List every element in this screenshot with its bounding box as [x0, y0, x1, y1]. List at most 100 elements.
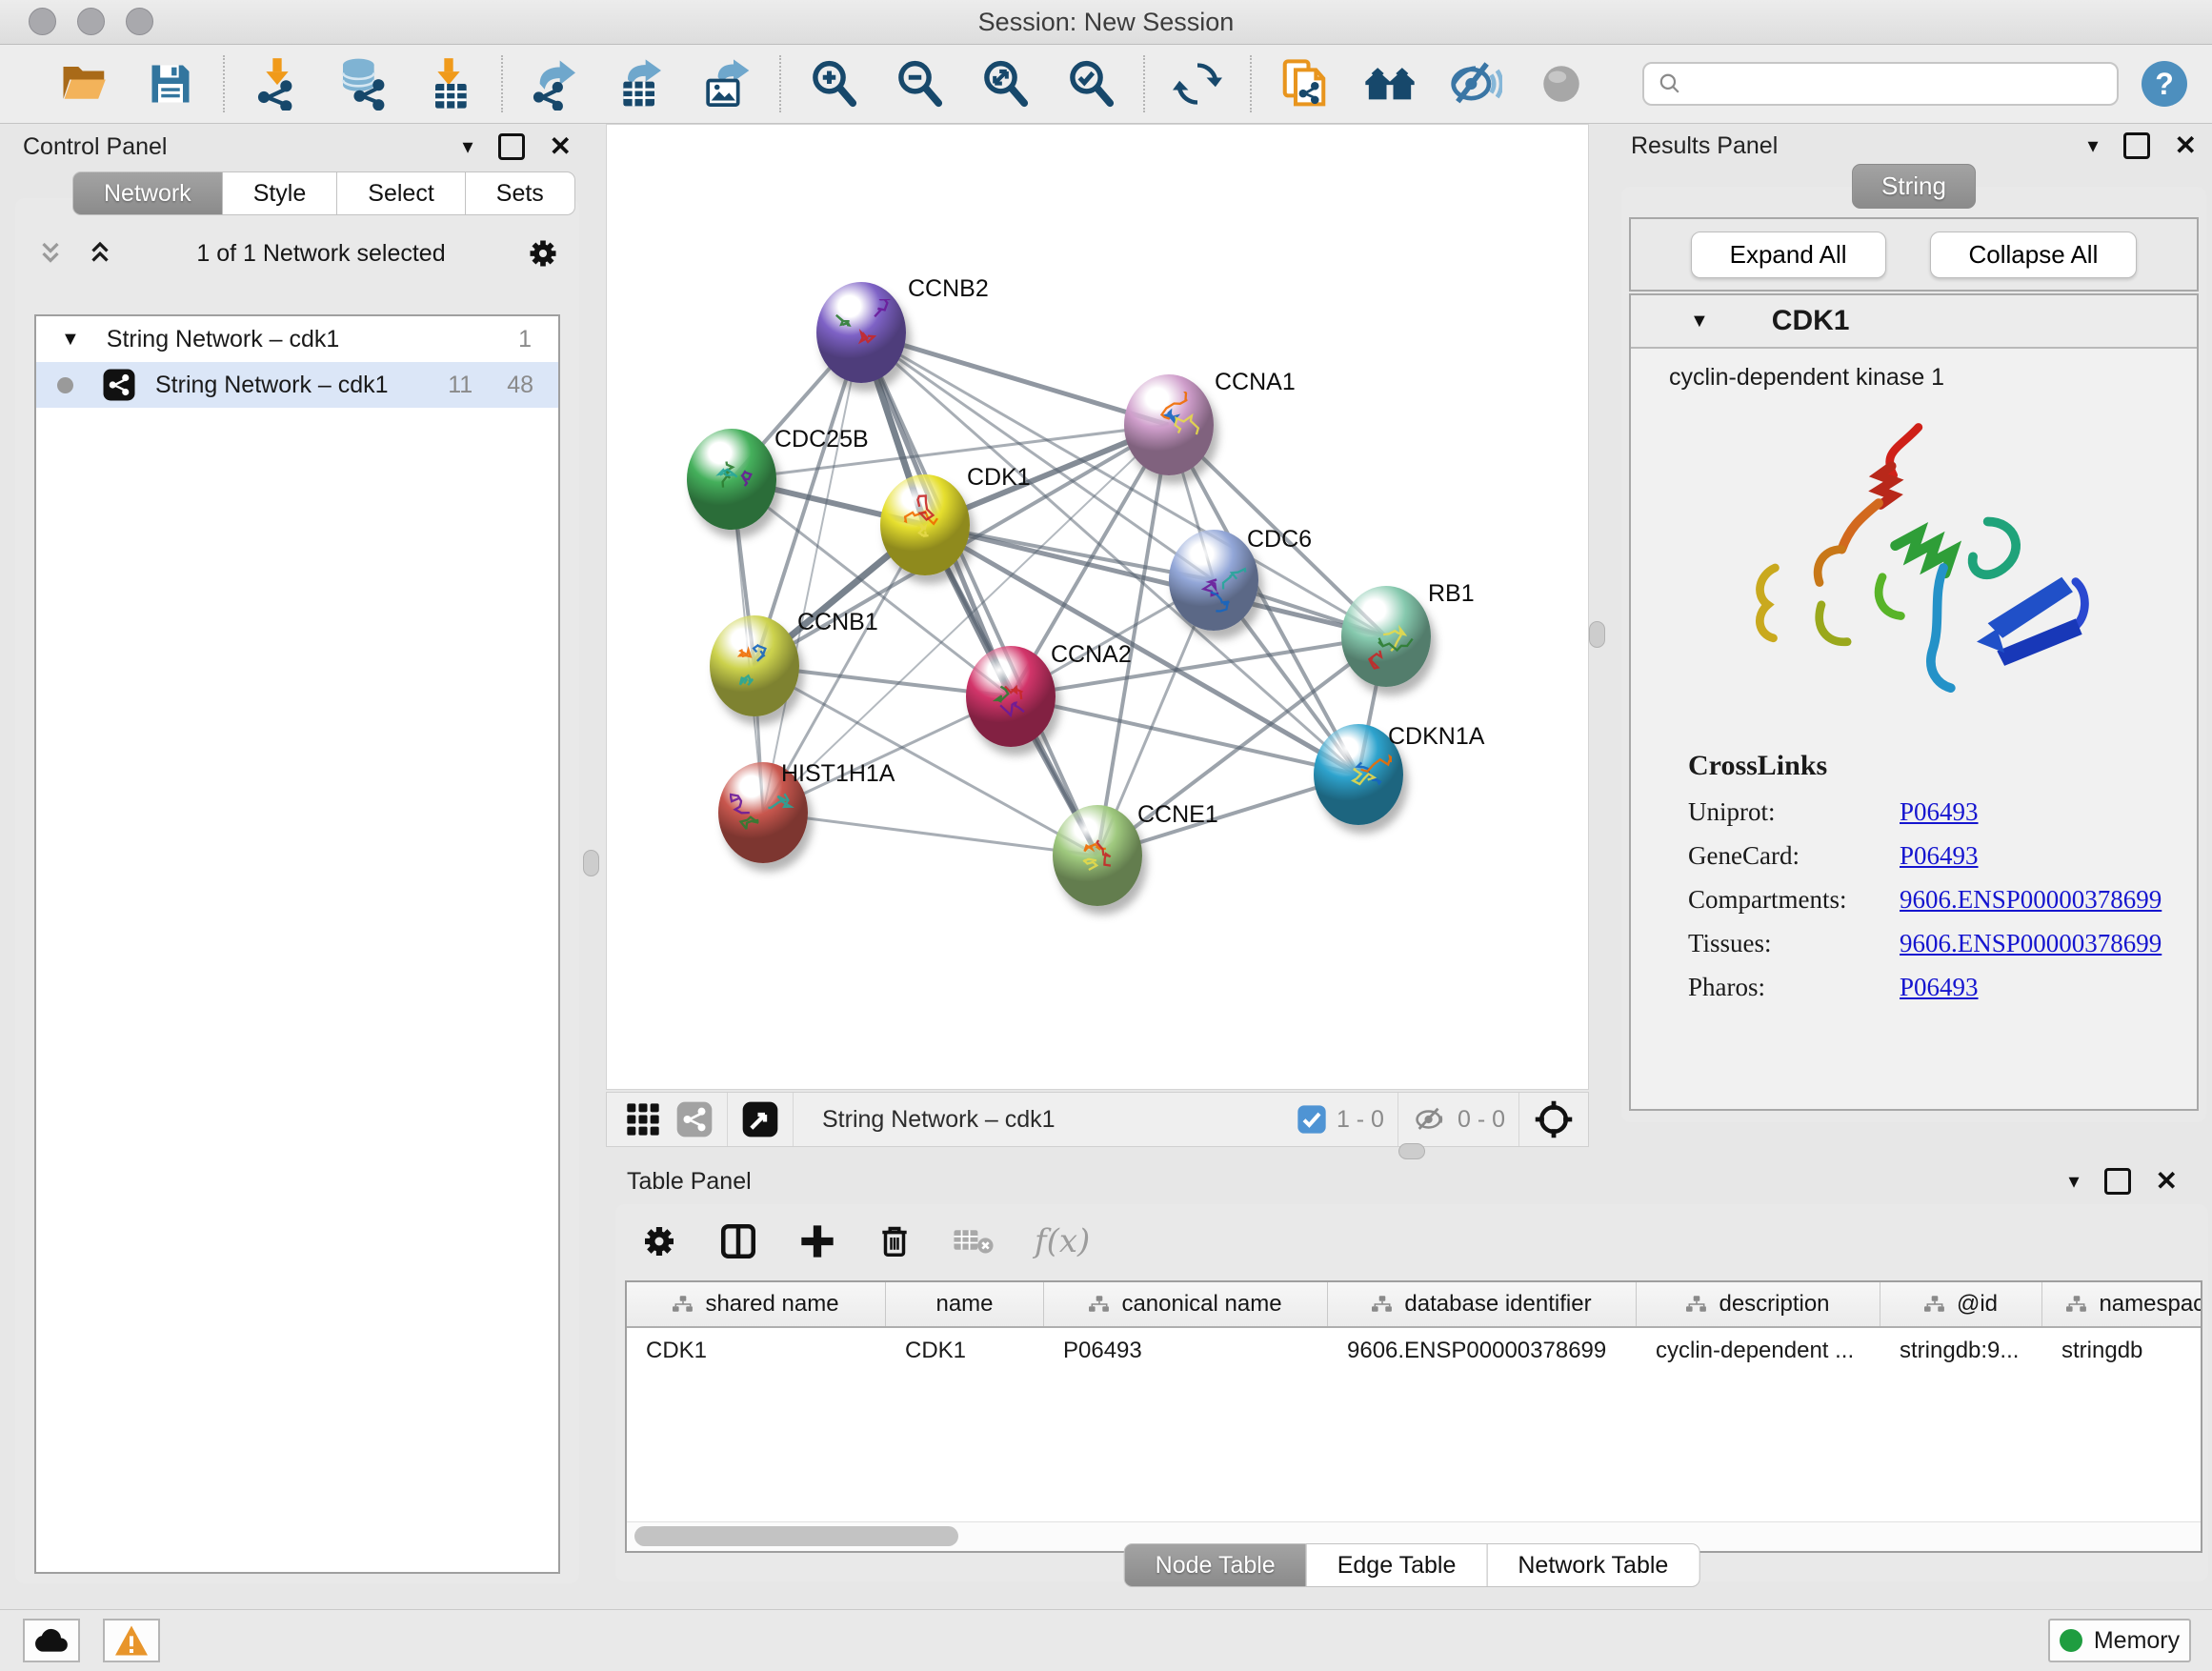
- column-header-database-identifier[interactable]: database identifier: [1328, 1282, 1637, 1326]
- network-edge[interactable]: [763, 813, 1097, 856]
- export-network-icon[interactable]: [528, 56, 583, 111]
- panel-menu-icon[interactable]: ▾: [462, 134, 473, 159]
- expand-all-button[interactable]: Expand All: [1691, 232, 1886, 278]
- network-edge[interactable]: [925, 525, 1386, 636]
- column-header-description[interactable]: description: [1637, 1282, 1880, 1326]
- import-table-icon[interactable]: [421, 56, 476, 111]
- table-cell[interactable]: P06493: [1044, 1338, 1328, 1364]
- crosslink-genecard[interactable]: P06493: [1900, 841, 1979, 871]
- grid-view-icon[interactable]: [624, 1100, 662, 1138]
- network-collection-row[interactable]: ▼ String Network – cdk1 1: [36, 316, 558, 362]
- panel-close-icon[interactable]: ✕: [550, 136, 572, 157]
- panel-float-icon[interactable]: [2123, 132, 2150, 159]
- show-columns-icon[interactable]: [718, 1221, 758, 1261]
- vertical-splitter-handle[interactable]: [1589, 621, 1605, 648]
- tab-sets[interactable]: Sets: [465, 171, 575, 215]
- birdseye-share-icon[interactable]: [675, 1100, 714, 1138]
- import-network-file-icon[interactable]: [250, 56, 305, 111]
- section-expand-icon[interactable]: ▼: [1690, 311, 1709, 332]
- tab-network-table[interactable]: Network Table: [1486, 1543, 1699, 1587]
- table-cell[interactable]: cyclin-dependent ...: [1637, 1338, 1880, 1364]
- delete-table-icon[interactable]: [953, 1224, 995, 1258]
- network-node-CCNA1[interactable]: [1124, 374, 1214, 475]
- network-edge[interactable]: [861, 332, 1169, 425]
- tab-node-table[interactable]: Node Table: [1124, 1543, 1307, 1587]
- crosslink-pharos[interactable]: P06493: [1900, 973, 1979, 1002]
- tab-edge-table[interactable]: Edge Table: [1306, 1543, 1488, 1587]
- selected-checkbox-icon[interactable]: [1297, 1104, 1327, 1135]
- tab-string[interactable]: String: [1852, 164, 1976, 209]
- gene-section-header[interactable]: ▼ CDK1: [1631, 295, 2197, 349]
- zoom-out-icon[interactable]: [892, 56, 947, 111]
- zoom-fit-icon[interactable]: [977, 56, 1033, 111]
- minimize-window-button[interactable]: [77, 8, 105, 35]
- column-header-canonical-name[interactable]: canonical name: [1044, 1282, 1328, 1326]
- help-button[interactable]: ?: [2142, 61, 2187, 107]
- copy-network-icon[interactable]: [1277, 56, 1332, 111]
- search-input[interactable]: [1682, 70, 2103, 98]
- table-cell[interactable]: CDK1: [886, 1338, 1044, 1364]
- collapse-all-icon[interactable]: [34, 239, 67, 268]
- table-row[interactable]: CDK1CDK1P064939606.ENSP00000378699cyclin…: [627, 1328, 2201, 1374]
- network-row[interactable]: String Network – cdk1 11 48: [36, 362, 558, 408]
- eye-disabled-icon[interactable]: [1534, 56, 1589, 111]
- network-node-CCNB1[interactable]: [710, 615, 799, 716]
- save-session-icon[interactable]: [143, 56, 198, 111]
- tab-style[interactable]: Style: [222, 171, 338, 215]
- search-box[interactable]: [1642, 62, 2119, 106]
- panel-menu-icon[interactable]: ▾: [2068, 1169, 2079, 1194]
- delete-column-icon[interactable]: [876, 1222, 913, 1260]
- horizontal-splitter-handle[interactable]: [1398, 1143, 1425, 1159]
- collection-expand-icon[interactable]: ▼: [61, 329, 80, 351]
- import-network-database-icon[interactable]: [335, 56, 391, 111]
- column-header-name[interactable]: name: [886, 1282, 1044, 1326]
- column-header-shared-name[interactable]: shared name: [627, 1282, 886, 1326]
- network-options-gear-icon[interactable]: [526, 236, 560, 271]
- network-node-CDK1[interactable]: [880, 474, 970, 575]
- memory-button[interactable]: Memory: [2048, 1619, 2191, 1662]
- table-options-gear-icon[interactable]: [640, 1222, 678, 1260]
- warning-button[interactable]: [103, 1619, 160, 1662]
- network-node-CCNE1[interactable]: [1053, 805, 1142, 906]
- zoom-window-button[interactable]: [126, 8, 153, 35]
- network-edge[interactable]: [861, 332, 1097, 856]
- network-node-CCNB2[interactable]: [816, 282, 906, 383]
- panel-menu-icon[interactable]: ▾: [2087, 133, 2098, 158]
- close-window-button[interactable]: [29, 8, 56, 35]
- add-column-icon[interactable]: [798, 1222, 836, 1260]
- network-edge[interactable]: [763, 332, 861, 813]
- network-canvas[interactable]: CCNB2CCNA1CDC25BCDK1CDC6RB1CCNB1CCNA2CDK…: [606, 124, 1589, 1090]
- fit-selected-crosshair-icon[interactable]: [1533, 1098, 1575, 1140]
- detach-view-icon[interactable]: [741, 1100, 779, 1138]
- crosslink-uniprot[interactable]: P06493: [1900, 797, 1979, 827]
- table-cell[interactable]: CDK1: [627, 1338, 886, 1364]
- zoom-selected-icon[interactable]: [1063, 56, 1118, 111]
- network-edge[interactable]: [1011, 696, 1358, 775]
- string-home-icon[interactable]: [1362, 56, 1418, 111]
- column-header-namespace[interactable]: namespace: [2042, 1282, 2202, 1326]
- collapse-all-button[interactable]: Collapse All: [1930, 232, 2138, 278]
- hidden-eye-icon[interactable]: [1412, 1103, 1448, 1136]
- zoom-in-icon[interactable]: [806, 56, 861, 111]
- table-cell[interactable]: stringdb:9...: [1880, 1338, 2042, 1364]
- crosslink-tissues[interactable]: 9606.ENSP00000378699: [1900, 929, 2162, 958]
- network-node-CDC6[interactable]: [1169, 530, 1258, 631]
- table-cell[interactable]: stringdb: [2042, 1338, 2202, 1364]
- panel-float-icon[interactable]: [2104, 1168, 2131, 1195]
- table-cell[interactable]: 9606.ENSP00000378699: [1328, 1338, 1637, 1364]
- tab-network[interactable]: Network: [72, 171, 223, 215]
- enrichment-eye-icon[interactable]: [1448, 56, 1503, 111]
- network-node-CDC25B[interactable]: [687, 429, 776, 530]
- panel-close-icon[interactable]: ✕: [2175, 135, 2197, 156]
- network-node-RB1[interactable]: [1341, 586, 1431, 687]
- network-node-CCNA2[interactable]: [966, 646, 1056, 747]
- scrollbar-thumb[interactable]: [634, 1526, 958, 1546]
- panel-float-icon[interactable]: [498, 133, 525, 160]
- panel-close-icon[interactable]: ✕: [2156, 1171, 2178, 1192]
- open-session-icon[interactable]: [57, 56, 112, 111]
- expand-all-icon[interactable]: [84, 239, 116, 268]
- crosslink-compartments[interactable]: 9606.ENSP00000378699: [1900, 885, 2162, 915]
- export-image-icon[interactable]: [699, 56, 754, 111]
- function-builder-icon[interactable]: f(x): [1035, 1222, 1090, 1260]
- tab-select[interactable]: Select: [336, 171, 465, 215]
